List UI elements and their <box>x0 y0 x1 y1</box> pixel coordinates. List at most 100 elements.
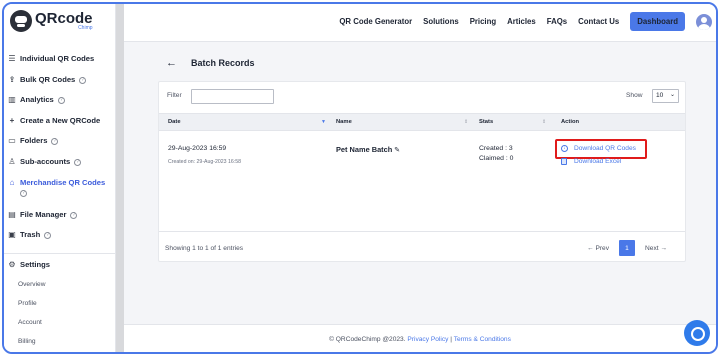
sidebar-item-label: Folders <box>20 136 48 146</box>
sidebar-item-create-qrcode[interactable]: + Create a New QRCode <box>4 116 116 137</box>
file-icon: ▤ <box>8 209 16 219</box>
settings-sub-item-profile[interactable]: Profile <box>4 299 116 318</box>
footer: © QRCodeChimp @2023. Privacy Policy | Te… <box>124 324 716 352</box>
download-qr-codes-label: Download QR Codes <box>574 145 636 152</box>
sidebar: QRcode Chimp ☰ Individual QR Codes ⇪ Bul… <box>4 4 116 352</box>
help-icon[interactable]: ? <box>74 158 82 166</box>
prev-page-button[interactable]: ← Prev <box>587 245 609 252</box>
page-header: ← Batch Records <box>166 58 255 69</box>
column-header-name[interactable]: Name <box>336 119 352 125</box>
sidebar-item-label: Settings <box>20 259 50 269</box>
top-navbar: QR Code Generator Solutions Pricing Arti… <box>124 4 716 42</box>
column-header-stats[interactable]: Stats <box>479 119 493 125</box>
row-date: 29-Aug-2023 16:59 <box>168 145 227 152</box>
sidebar-scrollbar[interactable] <box>116 4 124 352</box>
settings-sub-item-billing[interactable]: Billing <box>4 337 116 352</box>
nav-link-articles[interactable]: Articles <box>507 17 536 26</box>
sidebar-item-sub-accounts[interactable]: ♙ Sub-accounts? <box>4 157 116 178</box>
sidebar-item-label: Individual QR Codes <box>20 54 95 63</box>
nav-link-faqs[interactable]: FAQs <box>547 17 567 26</box>
nav-link-contact-us[interactable]: Contact Us <box>578 17 619 26</box>
page-1-button[interactable]: 1 <box>619 240 636 256</box>
show-label: Show <box>626 92 643 99</box>
sidebar-item-individual-qr-codes[interactable]: ☰ Individual QR Codes <box>4 54 116 75</box>
plus-icon: + <box>9 115 15 125</box>
sidebar-item-label: Merchandise QR Codes <box>20 177 106 187</box>
page-size-value: 10 <box>656 92 664 99</box>
settings-sub-item-overview[interactable]: Overview <box>4 280 116 299</box>
folder-icon: ▭ <box>8 136 16 146</box>
sidebar-nav: ☰ Individual QR Codes ⇪ Bulk QR Codes? ▥… <box>4 54 116 352</box>
dashboard-button[interactable]: Dashboard <box>630 12 685 31</box>
row-created-on: Created on: 29-Aug-2023 16:58 <box>168 159 241 165</box>
help-icon[interactable]: ? <box>20 189 27 197</box>
next-page-button[interactable]: Next → <box>645 245 667 252</box>
logo-text: QRcode <box>35 9 93 27</box>
entries-info: Showing 1 to 1 of 1 entries <box>165 245 244 252</box>
user-icon: ♙ <box>8 156 16 166</box>
list-icon: ☰ <box>8 54 16 63</box>
row-name: Pet Name Batch ✎ <box>336 145 400 154</box>
help-icon[interactable]: ? <box>44 232 52 240</box>
pagination: ← Prev 1 Next → <box>587 240 667 256</box>
sidebar-item-label: Trash <box>20 230 41 240</box>
pencil-edit-icon[interactable]: ✎ <box>394 147 400 154</box>
sort-icon[interactable]: ⇕ <box>542 119 546 125</box>
help-icon[interactable]: ? <box>51 138 59 146</box>
sidebar-item-settings[interactable]: ⚙ Settings <box>4 260 116 281</box>
sidebar-item-file-manager[interactable]: ▤ File Manager? <box>4 210 116 231</box>
download-qr-codes-link[interactable]: ↓ Download QR Codes <box>561 145 636 152</box>
help-icon[interactable]: ? <box>79 76 87 84</box>
app-window: QRcode Chimp ☰ Individual QR Codes ⇪ Bul… <box>2 2 718 354</box>
filter-label: Filter <box>167 92 182 99</box>
sidebar-item-analytics[interactable]: ▥ Analytics? <box>4 95 116 116</box>
top-nav-links: QR Code Generator Solutions Pricing Arti… <box>339 12 712 31</box>
page-title: Batch Records <box>191 58 255 68</box>
sidebar-item-label: Create a New QRCode <box>20 115 101 125</box>
row-name-text: Pet Name Batch <box>336 145 393 154</box>
chevron-down-icon: ⌄ <box>669 92 675 98</box>
footer-copyright: © QRCodeChimp @2023. <box>329 336 406 343</box>
help-icon[interactable]: ? <box>57 97 65 105</box>
sidebar-divider <box>4 252 116 254</box>
logo[interactable]: QRcode Chimp <box>10 10 93 32</box>
sidebar-item-trash[interactable]: ▣ Trash? <box>4 230 116 251</box>
column-header-action: Action <box>561 119 580 125</box>
privacy-policy-link[interactable]: Privacy Policy <box>407 336 448 343</box>
upload-icon: ⇪ <box>8 74 16 84</box>
nav-link-qr-code-generator[interactable]: QR Code Generator <box>339 17 412 26</box>
column-header-date[interactable]: Date <box>168 119 181 125</box>
sidebar-item-label: File Manager <box>20 209 67 219</box>
chat-support-icon[interactable] <box>684 320 710 346</box>
sidebar-item-folders[interactable]: ▭ Folders? <box>4 136 116 157</box>
sidebar-item-bulk-qr-codes[interactable]: ⇪ Bulk QR Codes? <box>4 75 116 96</box>
gear-icon: ⚙ <box>8 259 16 269</box>
row-created-count: Created : 3 <box>479 145 513 152</box>
batch-records-card: Filter Show 10 ⌄ Date ▼ Name ⇕ Stats ⇕ A… <box>158 81 686 262</box>
nav-link-pricing[interactable]: Pricing <box>470 17 496 26</box>
bar-chart-icon: ▥ <box>8 95 16 105</box>
download-icon: ↓ <box>561 145 568 152</box>
sort-icon[interactable]: ⇕ <box>464 119 468 125</box>
table-divider <box>159 231 685 232</box>
excel-file-icon <box>561 158 567 165</box>
settings-sub-item-account[interactable]: Account <box>4 318 116 337</box>
filter-input[interactable] <box>191 89 274 104</box>
row-claimed-count: Claimed : 0 <box>479 155 514 162</box>
sort-desc-icon[interactable]: ▼ <box>321 119 326 125</box>
terms-link[interactable]: Terms & Conditions <box>454 336 511 343</box>
user-avatar-icon[interactable] <box>696 13 712 30</box>
sidebar-item-merchandise-qr-codes[interactable]: ⌂ Merchandise QR Codes? <box>4 178 116 210</box>
footer-separator: | <box>450 336 452 343</box>
download-excel-label: Download Excel <box>574 158 622 165</box>
chimp-logo-icon <box>10 10 32 32</box>
page-size-select[interactable]: 10 ⌄ <box>652 89 679 103</box>
sidebar-item-label: Sub-accounts <box>20 156 71 166</box>
footer-text: © QRCodeChimp @2023. Privacy Policy | Te… <box>124 336 716 343</box>
nav-link-solutions[interactable]: Solutions <box>423 17 459 26</box>
table-header: Date ▼ Name ⇕ Stats ⇕ Action <box>159 113 685 131</box>
shop-icon: ⌂ <box>9 177 15 187</box>
download-excel-link[interactable]: Download Excel <box>561 158 621 165</box>
back-arrow-icon[interactable]: ← <box>166 58 177 69</box>
help-icon[interactable]: ? <box>70 211 78 219</box>
